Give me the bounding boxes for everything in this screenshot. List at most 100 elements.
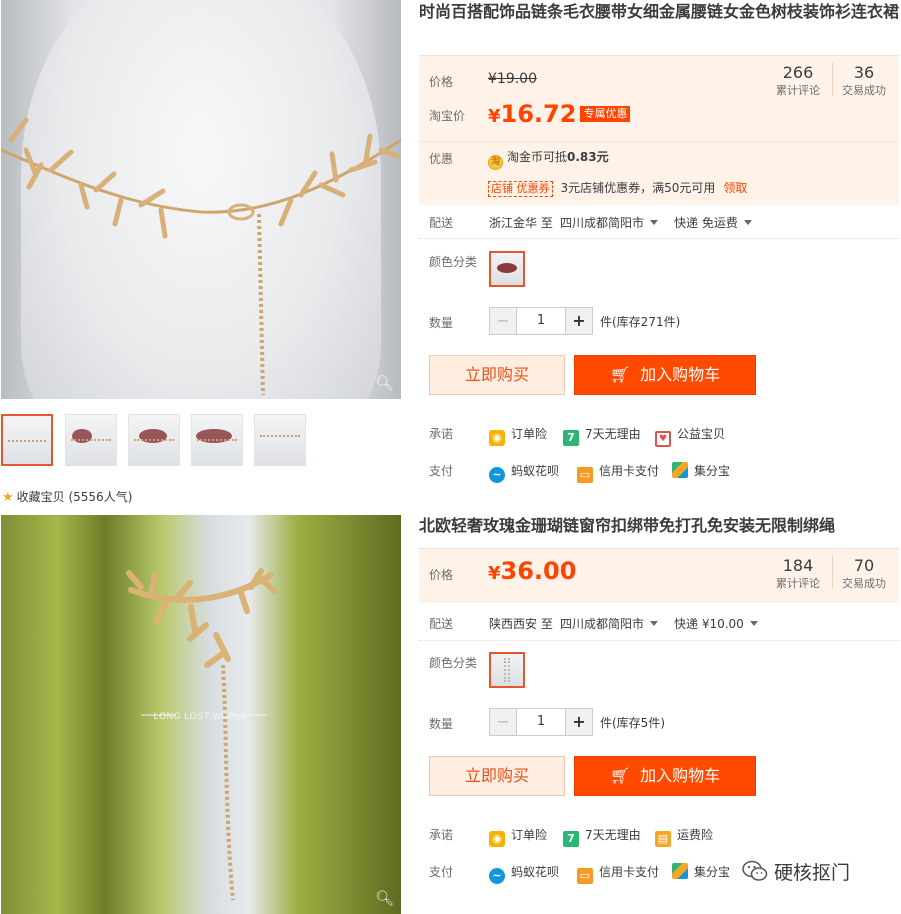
credit-card-payment[interactable]: ▭ 信用卡支付	[577, 863, 659, 884]
add-to-cart-button[interactable]: 🛒︎ 加入购物车	[574, 756, 756, 796]
zoom-icon[interactable]: 🔍︎	[375, 375, 394, 391]
image-watermark: LONG LOST WORLD	[153, 711, 249, 721]
thumbnail-1[interactable]	[1, 414, 53, 466]
product1-main-image[interactable]: 🔍︎	[1, 0, 401, 399]
product2-main-image[interactable]: LONG LOST WORLD 🔍︎	[1, 515, 401, 914]
divider	[419, 640, 899, 641]
buy-now-button[interactable]: 立即购买	[429, 355, 565, 395]
coin-discount: 淘淘金币可抵0.83元	[488, 148, 609, 170]
color-label: 颜色分类	[429, 255, 478, 269]
cart-icon: 🛒︎	[609, 365, 631, 384]
jifenbao-payment[interactable]: 集分宝	[672, 863, 730, 880]
thumbnail-5[interactable]	[254, 414, 306, 466]
chevron-down-icon	[650, 220, 659, 225]
product2-title: 北欧轻奢玫瑰金珊瑚链窗帘扣绑带免打孔免安装无限制绑绳	[419, 516, 836, 535]
trades-stat: 36 交易成功	[842, 63, 886, 98]
price-label: 价格	[429, 75, 454, 89]
trades-stat: 70 交易成功	[842, 556, 886, 591]
wechat-watermark: 硬核抠门	[742, 858, 850, 885]
payment-label: 支付	[429, 865, 454, 879]
product2-price-box: 价格 ¥36.00 184 累计评论 70 交易成功	[419, 548, 899, 603]
product1-color-row: 颜色分类	[419, 249, 899, 289]
ship-from: 浙江金华 至	[489, 216, 553, 230]
credit-card-payment[interactable]: ▭ 信用卡支付	[577, 462, 659, 483]
shipping-insurance[interactable]: ▤ 运费险	[655, 826, 713, 847]
chevron-down-icon	[749, 621, 758, 626]
jifenbao-payment[interactable]: 集分宝	[672, 462, 730, 479]
stock-text: 件(库存5件)	[600, 716, 665, 730]
thumbnail-4[interactable]	[191, 414, 243, 466]
quantity-stepper: − 1 +	[489, 708, 593, 736]
promo-price: ¥16.72 专属优惠	[488, 100, 631, 128]
decrease-button[interactable]: −	[489, 307, 517, 335]
taojinbi-coin-icon: 淘	[488, 155, 503, 170]
credit-card-icon: ▭	[577, 467, 593, 483]
seven-day-return[interactable]: 7 7天无理由	[563, 826, 641, 847]
gold-branch-belt-image	[1, 117, 401, 396]
shipping-insurance-icon: ▤	[655, 831, 671, 847]
quantity-label: 数量	[429, 316, 454, 330]
ship-method-selector[interactable]: 快递 免运费	[674, 214, 752, 231]
increase-button[interactable]: +	[565, 708, 593, 736]
buy-now-button[interactable]: 立即购买	[429, 756, 565, 796]
thumbnail-2[interactable]	[65, 414, 117, 466]
product2-quantity-row: 数量 − 1 + 件(库存5件)	[419, 708, 899, 736]
seven-day-icon: 7	[563, 430, 579, 446]
promise-label: 承诺	[429, 828, 454, 842]
huabei-payment[interactable]: ~ 蚂蚁花呗	[489, 863, 559, 884]
huabei-icon: ~	[489, 868, 505, 884]
thumbnail-3[interactable]	[128, 414, 180, 466]
collect-text: 收藏宝贝 (5556人气)	[16, 490, 133, 504]
chevron-down-icon	[650, 621, 659, 626]
add-to-cart-button[interactable]: 🛒︎ 加入购物车	[574, 355, 756, 395]
decrease-button[interactable]: −	[489, 708, 517, 736]
claim-coupon-link[interactable]: 领取	[723, 181, 747, 195]
stock-text: 件(库存271件)	[600, 315, 681, 329]
collect-item-button[interactable]: ★ 收藏宝贝 (5556人气)	[2, 488, 132, 505]
price-label: 价格	[429, 568, 454, 582]
quantity-stepper: − 1 +	[489, 307, 593, 335]
shipping-label: 配送	[429, 617, 454, 631]
zoom-icon[interactable]: 🔍︎	[375, 890, 394, 906]
color-label: 颜色分类	[429, 656, 478, 670]
product1-title: 时尚百搭配饰品链条毛衣腰带女细金属腰链女金色树枝装饰衫连衣裙	[419, 2, 900, 21]
increase-button[interactable]: +	[565, 307, 593, 335]
stat-divider	[832, 555, 833, 589]
ship-from: 陕西西安 至	[489, 617, 553, 631]
order-insurance[interactable]: ◉ 订单险	[489, 425, 547, 446]
discount-label: 优惠	[429, 152, 454, 166]
quantity-label: 数量	[429, 717, 454, 731]
quantity-input[interactable]: 1	[517, 307, 565, 335]
order-insurance-icon: ◉	[489, 430, 505, 446]
order-insurance-icon: ◉	[489, 831, 505, 847]
price: ¥36.00	[488, 557, 577, 585]
huabei-payment[interactable]: ~ 蚂蚁花呗	[489, 462, 559, 483]
promo-price-label: 淘宝价	[429, 109, 466, 123]
color-swatch-selected[interactable]	[489, 652, 525, 688]
huabei-icon: ~	[489, 467, 505, 483]
ship-method-selector[interactable]: 快递 ¥10.00	[674, 615, 758, 632]
seven-day-return[interactable]: 7 7天无理由	[563, 425, 641, 446]
shop-coupon-row: 店铺 优惠券 3元店铺优惠券，满50元可用 领取	[488, 179, 747, 197]
product2-color-row: 颜色分类	[419, 650, 899, 690]
reviews-stat[interactable]: 184 累计评论	[768, 557, 828, 591]
color-swatch-selected[interactable]	[489, 251, 525, 287]
jifenbao-icon	[672, 462, 688, 478]
charity-item[interactable]: ♥ 公益宝贝	[655, 425, 725, 447]
product1-discount-box: 优惠 淘淘金币可抵0.83元 店铺 优惠券 3元店铺优惠券，满50元可用 领取	[419, 141, 899, 205]
credit-card-icon: ▭	[577, 868, 593, 884]
quantity-input[interactable]: 1	[517, 708, 565, 736]
chevron-down-icon	[743, 220, 752, 225]
heart-charity-icon: ♥	[655, 431, 671, 447]
cart-icon: 🛒︎	[609, 766, 631, 785]
original-price: ¥19.00	[488, 71, 537, 87]
reviews-stat[interactable]: 266 累计评论	[768, 64, 828, 98]
stat-divider	[832, 62, 833, 96]
ship-to-selector[interactable]: 四川成都简阳市	[560, 214, 659, 231]
payment-label: 支付	[429, 464, 454, 478]
shipping-label: 配送	[429, 216, 454, 230]
ship-to-selector[interactable]: 四川成都简阳市	[560, 615, 659, 632]
order-insurance[interactable]: ◉ 订单险	[489, 826, 547, 847]
product1-quantity-row: 数量 − 1 + 件(库存271件)	[419, 307, 899, 335]
watermark-text: 硬核抠门	[774, 862, 851, 884]
